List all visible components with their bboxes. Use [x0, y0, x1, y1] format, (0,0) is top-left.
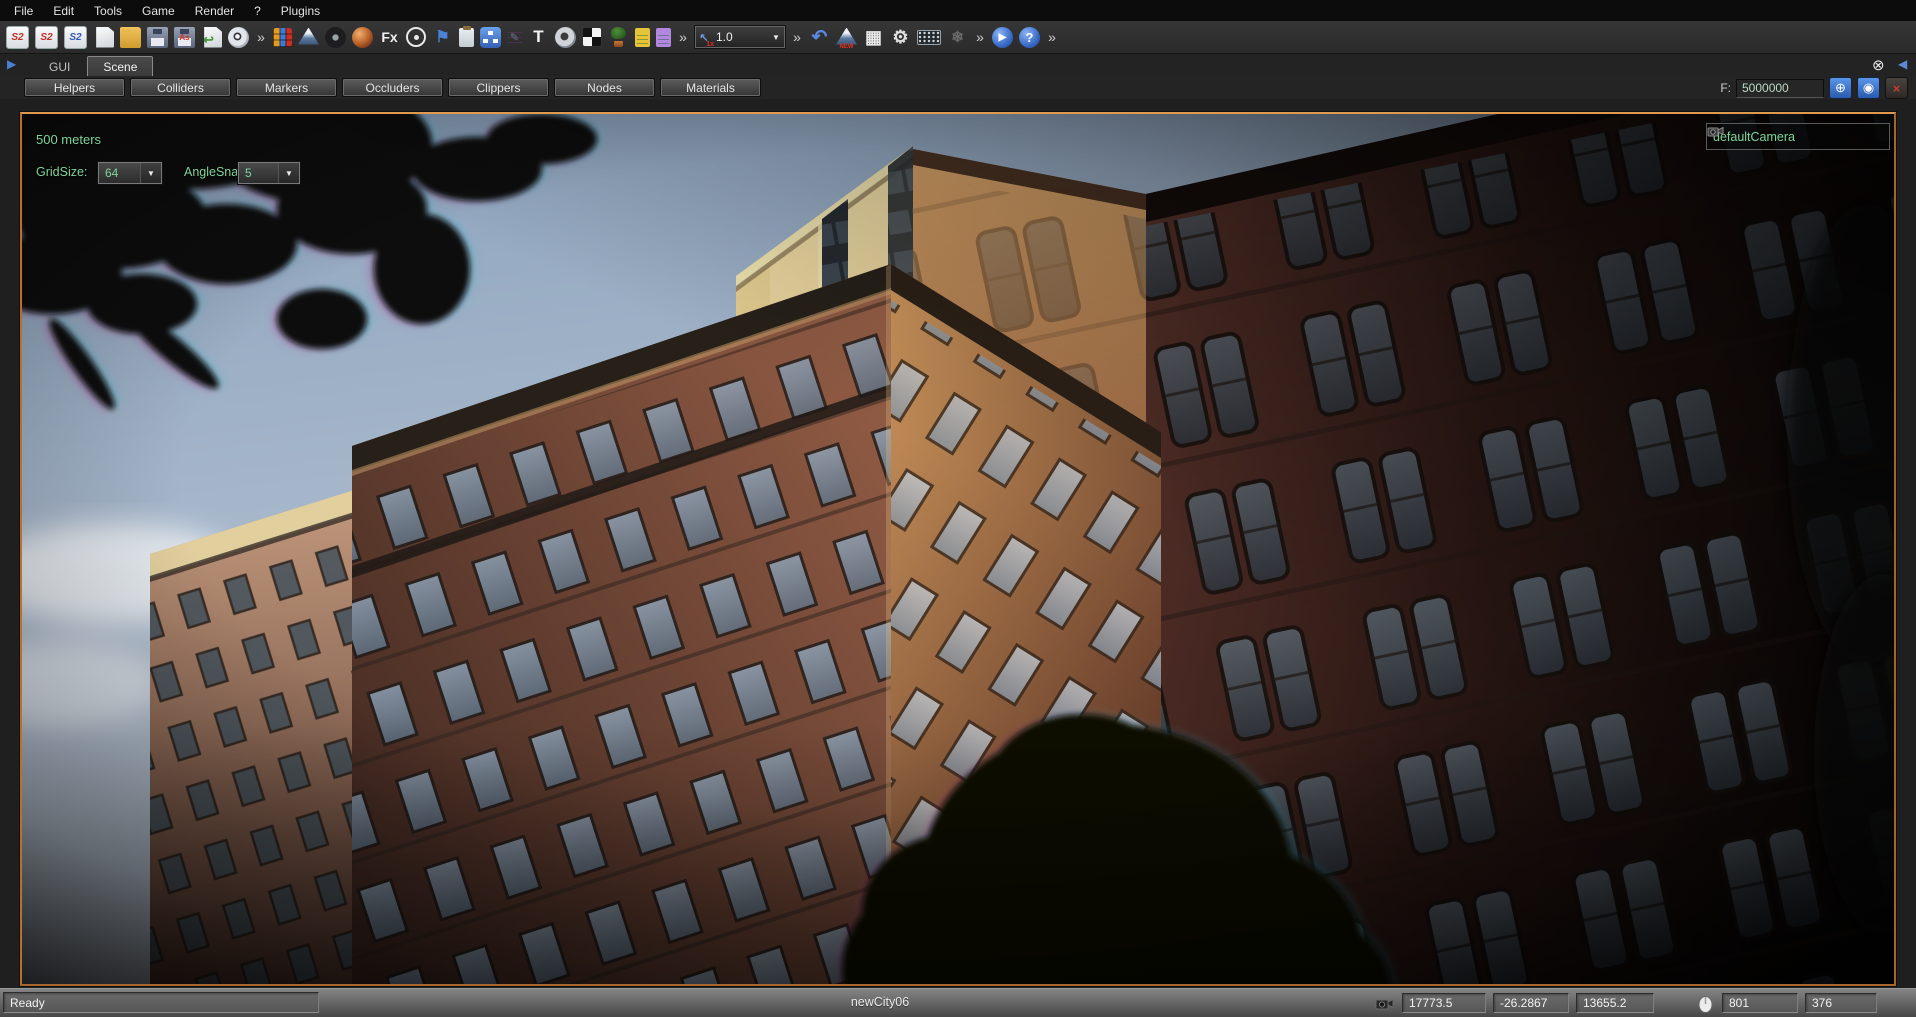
s2-save-scene-icon[interactable]: S2: [64, 26, 87, 49]
terrain-icon[interactable]: [298, 27, 319, 48]
occluders-button[interactable]: Occluders: [342, 78, 443, 97]
clipboard-icon[interactable]: [459, 28, 474, 47]
grid-size-label: GridSize:: [36, 165, 87, 179]
s2-new-scene-icon[interactable]: S2: [6, 26, 29, 49]
scene-name: newCity06: [760, 995, 1000, 1009]
grid-size-value: 64: [99, 163, 140, 183]
close-view-button[interactable]: ×: [1885, 77, 1908, 99]
menu-help[interactable]: ?: [244, 2, 271, 20]
planet-icon[interactable]: [352, 27, 373, 48]
markers-button[interactable]: Markers: [236, 78, 337, 97]
mouse-coords: 801 376: [1722, 993, 1877, 1013]
note-yellow-icon[interactable]: [635, 28, 650, 47]
camera-selector[interactable]: defaultCamera: [1706, 123, 1890, 150]
playback-speed-select[interactable]: ↖1x1.0▼: [695, 26, 785, 48]
camera-icon: [1374, 995, 1396, 1012]
overflow-chevron[interactable]: »: [1046, 27, 1058, 48]
gear-icon[interactable]: ⚙: [890, 27, 911, 48]
viewport-3d[interactable]: 500 meters GridSize: 64 ▼ AngleSnap: 5 ▼…: [20, 112, 1896, 986]
menu-plugins[interactable]: Plugins: [271, 2, 330, 20]
tab-gui[interactable]: GUI: [34, 57, 85, 76]
terrain-new-icon[interactable]: NEW: [836, 27, 857, 48]
tab-bar: ▶ GUIScene ⊗ ◀: [0, 54, 1916, 76]
keyboard-icon[interactable]: [917, 30, 941, 45]
checker-icon[interactable]: [582, 27, 602, 47]
filter-bar: Helpers Colliders Markers Occluders Clippers…: [0, 76, 1916, 99]
fx-icon[interactable]: Fx: [379, 27, 400, 48]
menu-tools[interactable]: Tools: [84, 2, 132, 20]
bonsai-icon[interactable]: [608, 27, 629, 48]
tire-icon[interactable]: [325, 27, 346, 48]
mouse-coord-x: 801: [1722, 993, 1798, 1013]
collapse-right-arrow[interactable]: ◀: [1898, 57, 1907, 71]
snowflake-icon[interactable]: ❄: [947, 27, 968, 48]
grid-size-select[interactable]: 64 ▼: [98, 162, 162, 184]
filter-buttons: Helpers Colliders Markers Occluders Clippers…: [24, 78, 761, 97]
viewport-render: [22, 114, 1894, 984]
menu-render[interactable]: Render: [185, 2, 244, 20]
menu-file[interactable]: File: [4, 2, 43, 20]
s2-open-scene-icon[interactable]: S2: [35, 26, 58, 49]
mouse-coord-y: 376: [1805, 993, 1877, 1013]
tab-scene[interactable]: Scene: [87, 56, 153, 76]
menu-edit[interactable]: Edit: [43, 2, 84, 20]
status-message: Ready: [3, 992, 319, 1013]
camera-icon: [1707, 124, 1725, 139]
f-value-input[interactable]: [1736, 79, 1824, 98]
new-file-icon[interactable]: [93, 27, 114, 48]
help-icon[interactable]: ?: [1019, 27, 1040, 48]
snapshot-button[interactable]: ◉: [1857, 77, 1880, 99]
camera-coord-x: 17773.5: [1402, 993, 1486, 1013]
overflow-chevron[interactable]: »: [255, 27, 267, 48]
speaker-icon[interactable]: [555, 27, 576, 48]
main-toolbar: S2 S2 S2 As ↩ » Fx ⚑ ✎ T » ↖1x1.0▼ » ↶ NEW ▦ ⚙ ❄ » ▶? »: [0, 21, 1916, 54]
clippers-button[interactable]: Clippers: [448, 78, 549, 97]
checklist-icon[interactable]: ✎: [507, 28, 522, 47]
camera-coord-z: 13655.2: [1576, 993, 1654, 1013]
far-clip-group: F: ⊕ ◉ ×: [1720, 77, 1908, 99]
overflow-chevron[interactable]: »: [677, 27, 689, 48]
tabs: GUIScene: [34, 56, 153, 76]
focus-camera-button[interactable]: ⊕: [1829, 77, 1852, 99]
camera-coords: 17773.5 -26.2867 13655.2: [1402, 993, 1654, 1013]
materials-button[interactable]: Materials: [660, 78, 761, 97]
camera-name: defaultCamera: [1713, 130, 1883, 144]
text-icon[interactable]: T: [528, 27, 549, 48]
hierarchy-icon[interactable]: [480, 27, 501, 48]
chevron-down-icon: ▼: [768, 33, 784, 42]
close-all-icon[interactable]: ⊗: [1872, 56, 1885, 74]
speed-cursor-icon: ↖1x: [696, 31, 712, 44]
disc-icon[interactable]: [228, 27, 249, 48]
rubik-cube-icon[interactable]: [273, 28, 292, 47]
angle-snap-value: 5: [239, 163, 278, 183]
helpers-button[interactable]: Helpers: [24, 78, 125, 97]
nodes-button[interactable]: Nodes: [554, 78, 655, 97]
flag-icon[interactable]: ⚑: [432, 27, 453, 48]
save-icon[interactable]: [147, 27, 168, 48]
wheel-icon[interactable]: [406, 27, 426, 47]
colliders-button[interactable]: Colliders: [130, 78, 231, 97]
f-label: F:: [1720, 81, 1731, 95]
chevron-down-icon: ▼: [278, 163, 299, 183]
import-file-icon[interactable]: ↩: [201, 27, 222, 48]
menu-bar: FileEditToolsGameRender?Plugins: [0, 0, 1916, 21]
speed-value: 1.0: [712, 30, 768, 44]
overflow-chevron[interactable]: »: [791, 27, 803, 48]
collapse-left-arrow[interactable]: ▶: [7, 57, 16, 71]
status-bar: Ready newCity06 17773.5 -26.2867 13655.2 8…: [0, 988, 1916, 1017]
play-icon[interactable]: ▶: [992, 27, 1013, 48]
overflow-chevron[interactable]: »: [974, 27, 986, 48]
grid-icon[interactable]: ▦: [863, 27, 884, 48]
chevron-down-icon: ▼: [140, 163, 161, 183]
scale-label: 500 meters: [36, 132, 101, 147]
undo-icon[interactable]: ↶: [809, 27, 830, 48]
menu-game[interactable]: Game: [132, 2, 185, 20]
mouse-icon: [1698, 994, 1713, 1013]
camera-coord-y: -26.2867: [1493, 993, 1569, 1013]
editor-window: { "menu_bar": { "items": ["File", "Edit"…: [0, 0, 1916, 1017]
angle-snap-select[interactable]: 5 ▼: [238, 162, 300, 184]
note-purple-icon[interactable]: [656, 28, 671, 47]
save-as-icon[interactable]: As: [174, 27, 195, 48]
open-folder-icon[interactable]: [120, 27, 141, 48]
